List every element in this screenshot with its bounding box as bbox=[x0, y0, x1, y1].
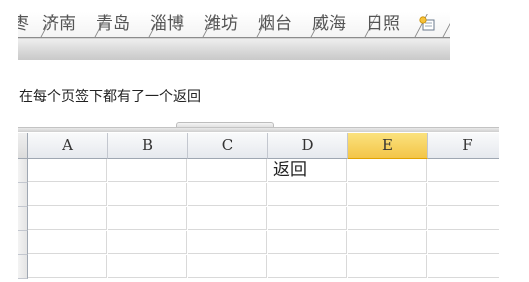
cell-a3[interactable] bbox=[28, 207, 107, 230]
cell-b1[interactable] bbox=[108, 159, 187, 182]
cell-f3[interactable] bbox=[428, 207, 499, 230]
cell-d3[interactable] bbox=[268, 207, 347, 230]
cell-e1[interactable] bbox=[348, 159, 427, 182]
sheet-tab-4[interactable]: 潍坊 bbox=[204, 12, 238, 36]
cell-e2[interactable] bbox=[348, 183, 427, 206]
cell-c3[interactable] bbox=[188, 207, 267, 230]
sheet-tab-5[interactable]: 烟台 bbox=[258, 12, 292, 36]
cell-e5[interactable] bbox=[348, 255, 427, 278]
formula-bar-edge bbox=[18, 127, 499, 132]
cell-b2[interactable] bbox=[108, 183, 187, 206]
sheet-tab-strip: 枣 济南 青岛 淄博 潍坊 烟台 威海 日照 bbox=[18, 12, 450, 38]
cell-a1[interactable] bbox=[28, 159, 107, 182]
caption-text: 在每个页签下都有了一个返回 bbox=[19, 89, 201, 105]
column-header-f[interactable]: F bbox=[428, 133, 499, 159]
sheet-tab-2[interactable]: 青岛 bbox=[96, 12, 130, 36]
select-all-button[interactable] bbox=[18, 133, 28, 159]
row-header-5[interactable] bbox=[18, 255, 28, 279]
cell-e3[interactable] bbox=[348, 207, 427, 230]
cell-d4[interactable] bbox=[268, 231, 347, 254]
sheet-tab-1[interactable]: 济南 bbox=[42, 12, 76, 36]
cell-c1[interactable] bbox=[188, 159, 267, 182]
column-header-b[interactable]: B bbox=[108, 133, 188, 159]
tab-divider bbox=[442, 14, 450, 37]
spreadsheet-grid: A B C D E F 返回 bbox=[18, 133, 499, 282]
row-header-1[interactable] bbox=[18, 159, 28, 183]
cell-d1[interactable]: 返回 bbox=[268, 159, 347, 182]
cell-b3[interactable] bbox=[108, 207, 187, 230]
cell-b5[interactable] bbox=[108, 255, 187, 278]
cell-f2[interactable] bbox=[428, 183, 499, 206]
column-header-d[interactable]: D bbox=[268, 133, 348, 159]
row-header-4[interactable] bbox=[18, 231, 28, 255]
cell-d2[interactable] bbox=[268, 183, 347, 206]
cell-c2[interactable] bbox=[188, 183, 267, 206]
insert-worksheet-icon[interactable] bbox=[418, 16, 436, 32]
cell-d5[interactable] bbox=[268, 255, 347, 278]
cell-a5[interactable] bbox=[28, 255, 107, 278]
row-header-2[interactable] bbox=[18, 183, 28, 207]
sheet-tab-partial[interactable]: 枣 bbox=[18, 12, 29, 36]
sheet-tab-3[interactable]: 淄博 bbox=[150, 12, 184, 36]
cell-c5[interactable] bbox=[188, 255, 267, 278]
column-header-a[interactable]: A bbox=[28, 133, 108, 159]
horizontal-scroll-area[interactable] bbox=[18, 38, 450, 60]
row-header-3[interactable] bbox=[18, 207, 28, 231]
sheet-tab-6[interactable]: 威海 bbox=[312, 12, 346, 36]
sheet-tab-7[interactable]: 日照 bbox=[366, 12, 400, 36]
cell-e4[interactable] bbox=[348, 231, 427, 254]
cell-a2[interactable] bbox=[28, 183, 107, 206]
column-header-e[interactable]: E bbox=[348, 133, 428, 159]
column-header-c[interactable]: C bbox=[188, 133, 268, 159]
cell-a4[interactable] bbox=[28, 231, 107, 254]
cell-f5[interactable] bbox=[428, 255, 499, 278]
cell-b4[interactable] bbox=[108, 231, 187, 254]
cell-f4[interactable] bbox=[428, 231, 499, 254]
cell-c4[interactable] bbox=[188, 231, 267, 254]
cell-f1[interactable] bbox=[428, 159, 499, 182]
